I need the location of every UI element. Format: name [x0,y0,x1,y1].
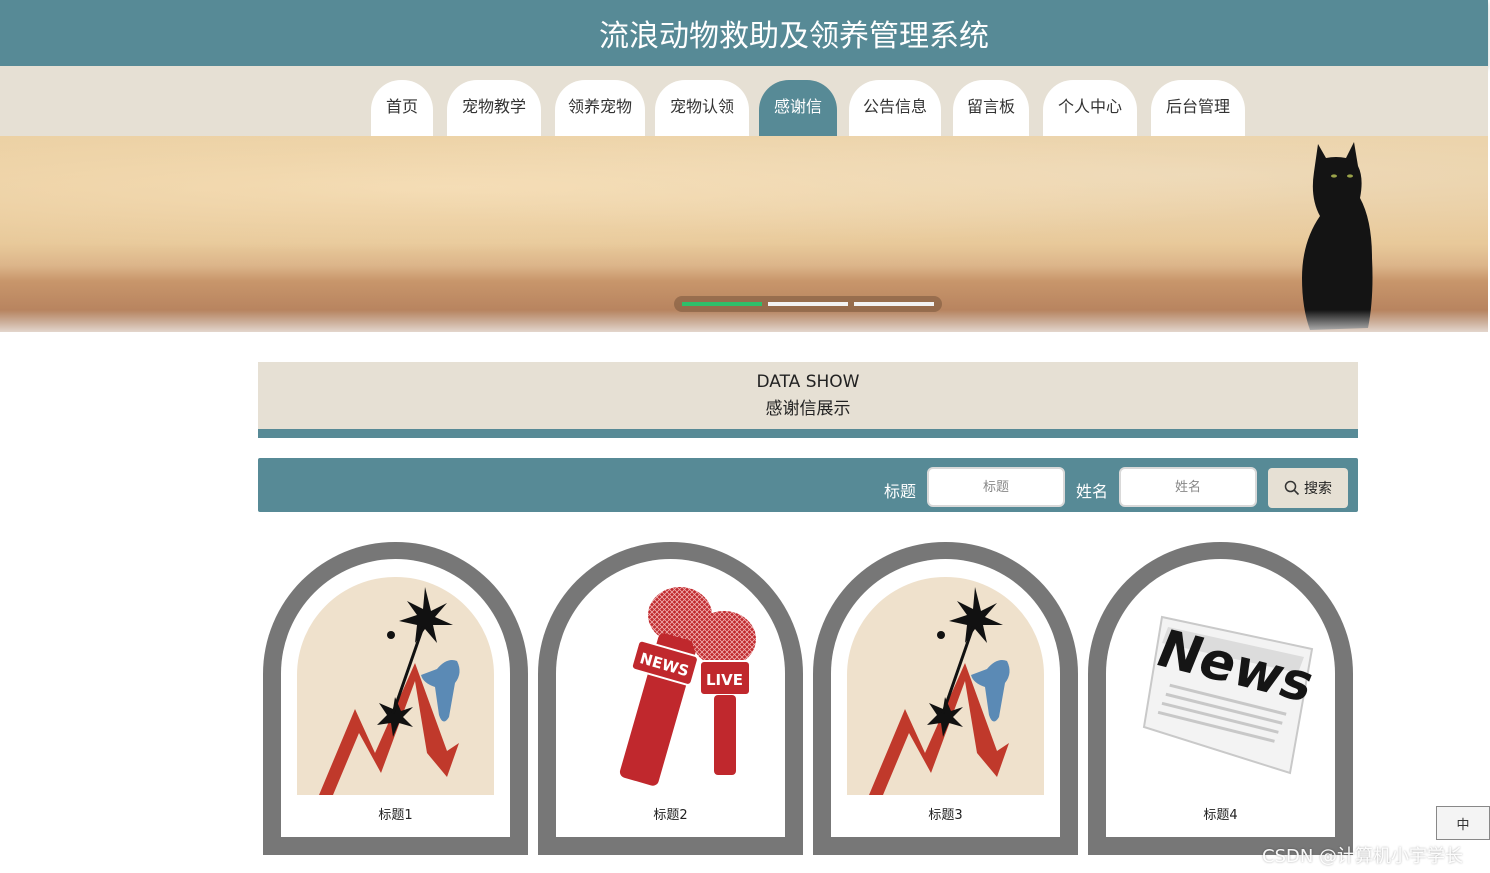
card-image-newspaper: News [1122,577,1319,795]
banner-fade [0,310,1488,332]
name-search-input[interactable] [1119,467,1257,507]
black-cat-image [1302,142,1373,330]
title-search-input[interactable] [927,467,1065,507]
letter-card-3[interactable]: 标题3 [813,542,1078,855]
nav-item-message-board[interactable]: 留言板 [953,80,1029,136]
banner-carousel[interactable] [0,136,1488,332]
letter-card-4[interactable]: News 标题4 [1088,542,1353,855]
carousel-dot-2[interactable] [768,302,848,306]
ime-indicator[interactable]: 中 [1436,806,1490,840]
nav-label: 领养宠物 [567,97,632,116]
nav-item-personal-center[interactable]: 个人中心 [1043,80,1137,136]
title-label: 标题 [884,482,917,501]
nav-item-announcements[interactable]: 公告信息 [849,80,941,136]
carousel-dot-1[interactable] [682,302,762,306]
card-image-news-microphones: NEWS LIVE [572,577,769,795]
card-inner: News 标题4 [1106,559,1335,837]
nav-item-pet-claim[interactable]: 宠物认领 [655,80,749,136]
search-button-label: 搜索 [1304,481,1332,497]
top-header: 流浪动物救助及领养管理系统 [0,0,1488,66]
nav-item-pet-teaching[interactable]: 宠物教学 [447,80,541,136]
card-caption[interactable]: 标题3 [831,804,1060,823]
section-header: DATA SHOW 感谢信展示 [258,362,1358,438]
nav-label: 公告信息 [862,97,927,116]
carousel-dot-3[interactable] [854,302,934,306]
card-image-crisis-chart [847,577,1044,795]
nav-item-home[interactable]: 首页 [371,80,433,136]
nav-label: 感谢信 [773,97,822,116]
card-inner: NEWS LIVE 标题2 [556,559,785,837]
search-bar: 标题 姓名 搜索 [258,458,1358,512]
nav-label: 留言板 [966,97,1015,116]
nav-item-thank-letter[interactable]: 感谢信 [759,80,837,136]
watermark: CSDN @计算机小宇学长 [1262,846,1464,867]
nav-item-adopt-pet[interactable]: 领养宠物 [555,80,645,136]
carousel-indicators [674,296,942,312]
site-title: 流浪动物救助及领养管理系统 [599,19,989,54]
banner-wall [0,136,1488,264]
name-label: 姓名 [1076,482,1109,501]
section-title-en: DATA SHOW [756,372,860,392]
svg-text:LIVE: LIVE [706,671,743,689]
card-inner: 标题1 [281,559,510,837]
ime-label: 中 [1456,817,1470,833]
nav-label: 后台管理 [1165,97,1230,116]
nav-item-admin[interactable]: 后台管理 [1151,80,1245,136]
search-button[interactable]: 搜索 [1268,468,1348,508]
section-title-cn: 感谢信展示 [765,399,851,419]
letter-card-1[interactable]: 标题1 [263,542,528,855]
card-caption[interactable]: 标题2 [556,804,785,823]
card-caption[interactable]: 标题4 [1106,804,1335,823]
letter-card-2[interactable]: NEWS LIVE 标题2 [538,542,803,855]
search-icon [1284,480,1300,496]
main-nav: 首页 宠物教学 领养宠物 宠物认领 感谢信 公告信息 留言板 个人中心 后台管理 [0,66,1488,136]
card-caption[interactable]: 标题1 [281,804,510,823]
card-image-crisis-chart [297,577,494,795]
nav-label: 个人中心 [1057,97,1122,116]
nav-label: 首页 [385,97,418,116]
nav-label: 宠物教学 [461,97,526,116]
nav-label: 宠物认领 [669,97,734,116]
card-inner: 标题3 [831,559,1060,837]
